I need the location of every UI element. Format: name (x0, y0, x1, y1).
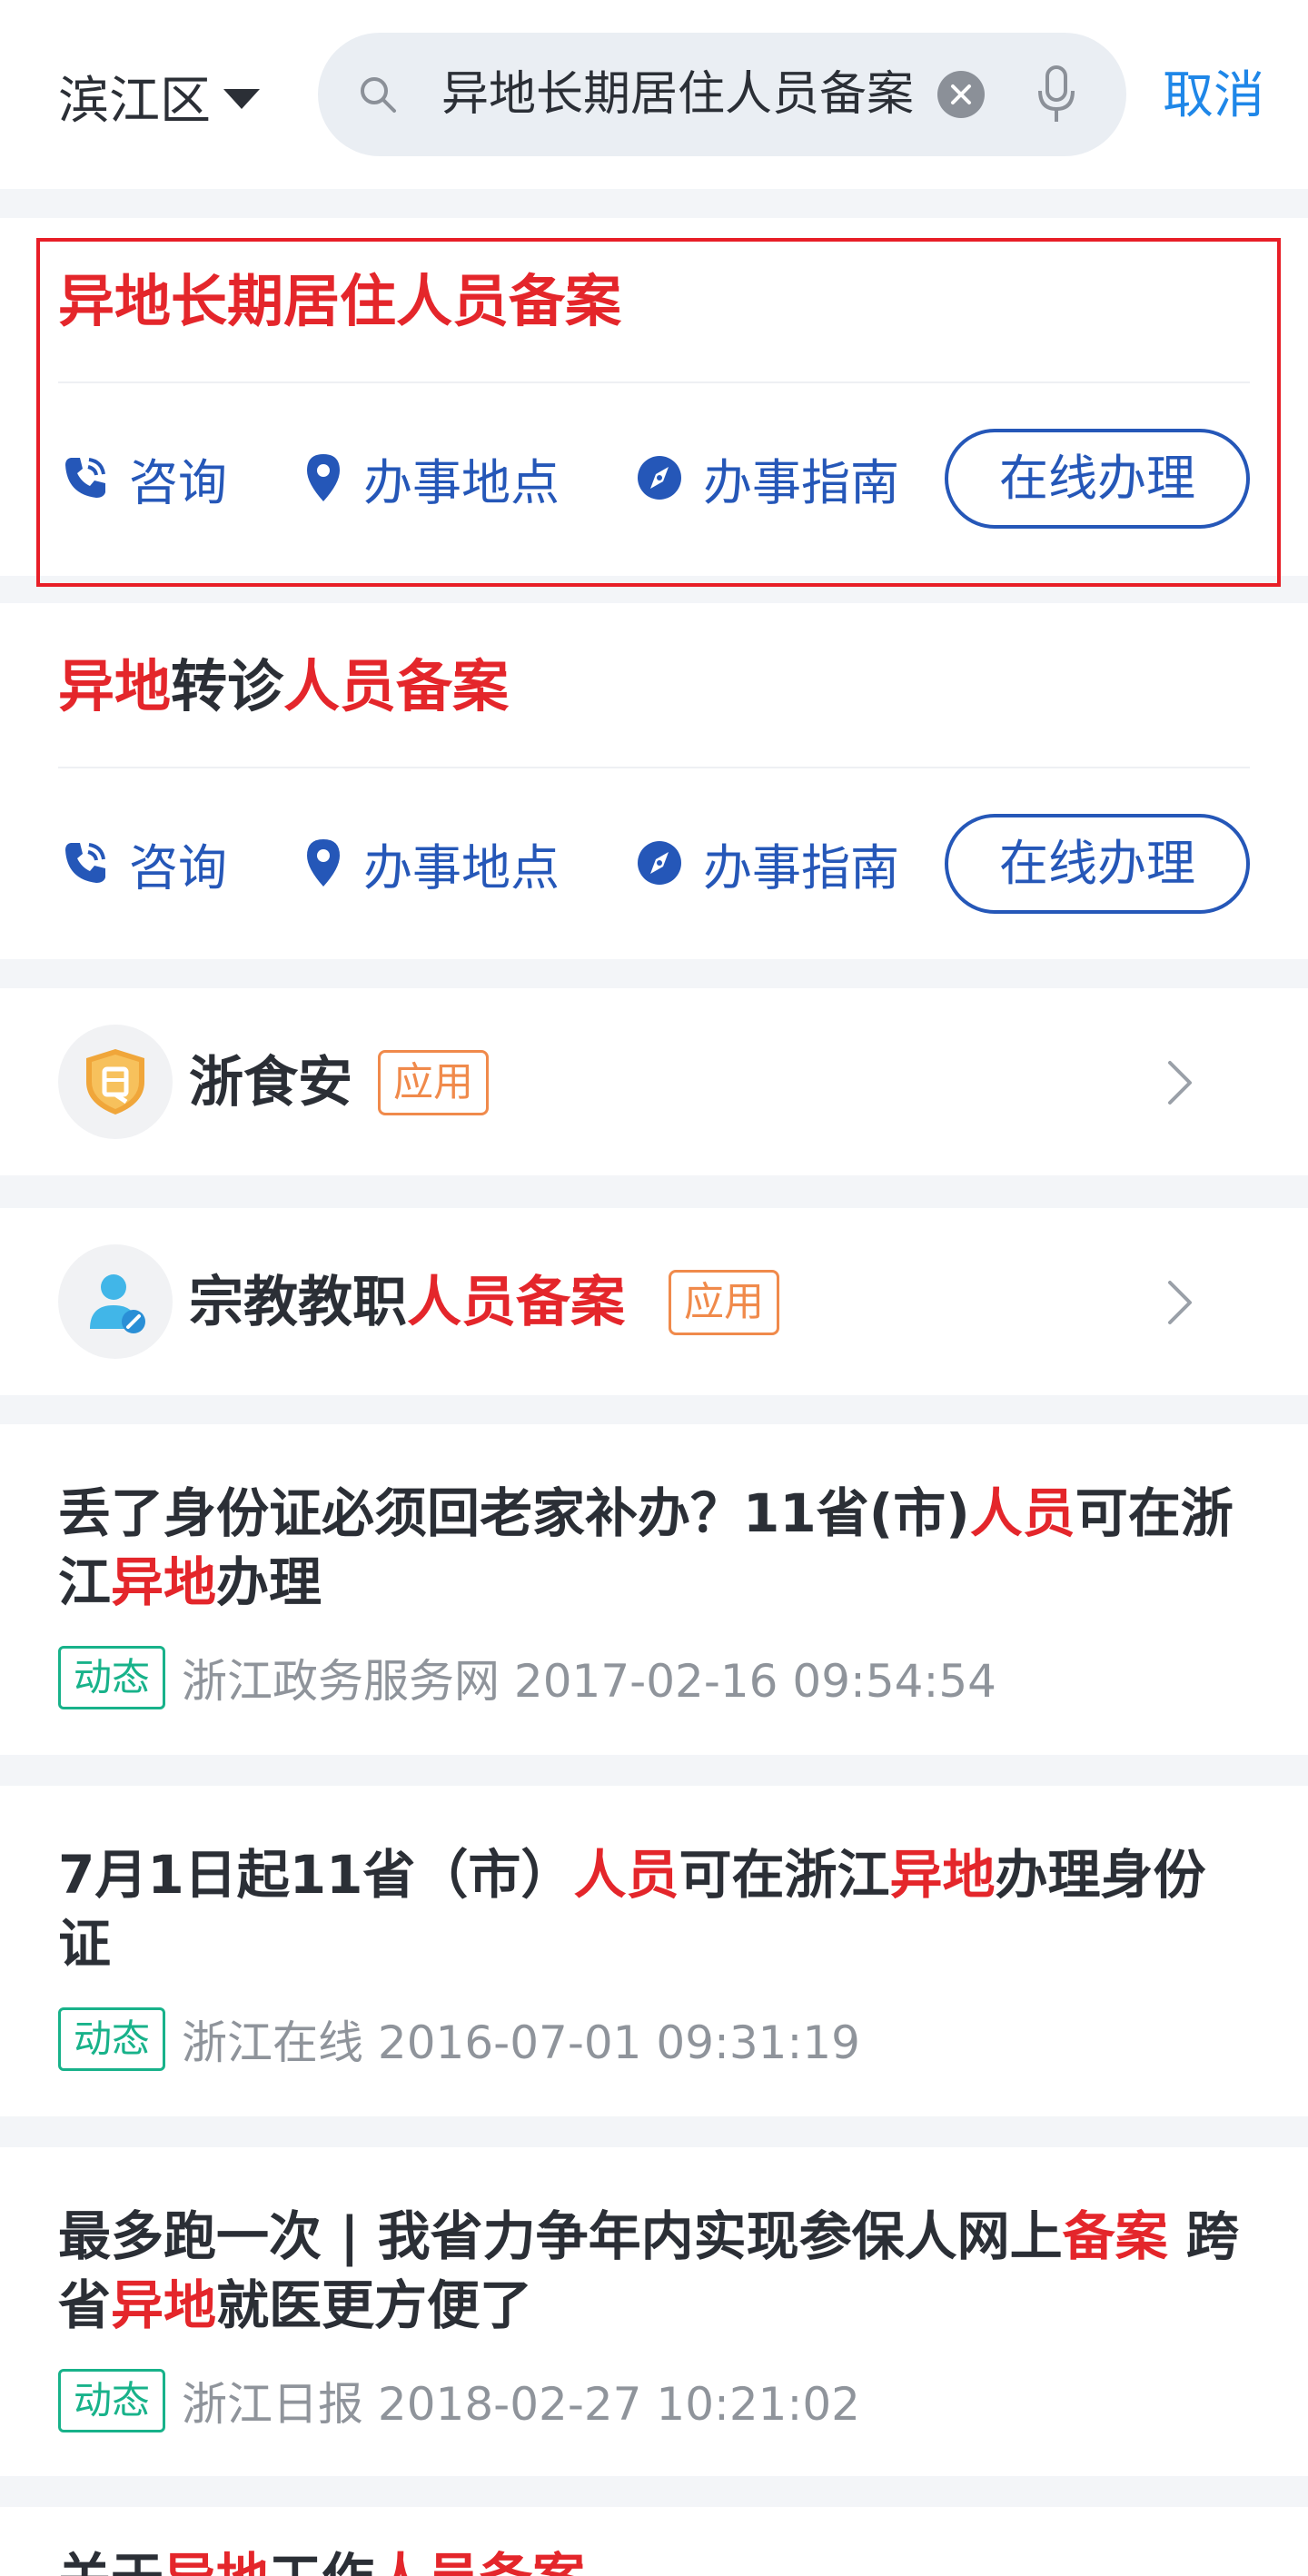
title-highlight: 异地 (58, 653, 172, 719)
app-name: 浙食安 (189, 1051, 352, 1115)
search-header: 滨江区 异地长期居住人员备案 取消 (0, 0, 1308, 189)
app-name: 宗教教职人员备案 (189, 1266, 625, 1339)
location-button[interactable]: 办事地点 (303, 447, 560, 511)
news-meta: 动态 浙江在线 2016-07-01 09:31:19 (58, 2007, 860, 2071)
consult-button[interactable]: 咨询 (62, 447, 227, 511)
search-input[interactable]: 异地长期居住人员备案 (441, 60, 923, 129)
consult-label: 咨询 (129, 838, 227, 897)
news-title-highlight: 异地 (889, 1844, 996, 1906)
title-highlight: 人员备案 (283, 653, 510, 719)
news-title-text: 关于 (58, 2547, 164, 2576)
news-title-text: 最多跑一次 | 我省力争年内实现参保人网上 (58, 2205, 1063, 2267)
guide-button[interactable]: 办事指南 (636, 832, 899, 897)
news-item[interactable]: 7月1日起11省（市）人员可在浙江异地办理身份证 动态 浙江在线 2016-07… (0, 1786, 1308, 2116)
news-meta: 动态 浙江日报 2018-02-27 10:21:02 (58, 2369, 860, 2432)
food-safety-shield-icon (58, 1025, 173, 1139)
news-title-text: 工作 (269, 2547, 374, 2576)
news-title-highlight: 备案 (1062, 2205, 1168, 2267)
news-title-highlight: 人员 (573, 1844, 679, 1906)
news-item[interactable]: 丢了身份证必须回老家补办？11省(市)人员可在浙江异地办理 动态 浙江政务服务网… (0, 1424, 1308, 1755)
compass-icon (638, 841, 681, 885)
guide-label: 办事指南 (703, 838, 899, 897)
news-source: 浙江日报 2018-02-27 10:21:02 (182, 2378, 860, 2431)
divider (58, 767, 1250, 768)
microphone-icon[interactable] (1036, 65, 1077, 124)
news-title-text: 丢了身份证必须回老家补办？11省(市) (58, 1482, 970, 1544)
service-actions: 咨询 办事地点 办事指南 在线办理 (58, 427, 1250, 529)
location-pin-icon (307, 454, 340, 501)
news-title-text: 7月1日起11省（市） (58, 1844, 574, 1906)
news-title-highlight: 异地 (111, 1551, 217, 1613)
news-title[interactable]: 丢了身份证必须回老家补办？11省(市)人员可在浙江异地办理 (58, 1479, 1248, 1617)
district-selector[interactable]: 滨江区 (58, 60, 260, 133)
title-highlight: 异地长期居住人员备案 (58, 268, 622, 334)
title-text: 转诊 (171, 653, 284, 719)
news-source: 浙江政务服务网 2017-02-16 09:54:54 (182, 1655, 996, 1708)
service-card[interactable]: 异地长期居住人员备案 咨询 办事地点 办事指南 在线办理 (0, 218, 1308, 576)
consult-button[interactable]: 咨询 (62, 832, 227, 897)
search-bar[interactable]: 异地长期居住人员备案 (318, 33, 1126, 156)
service-card[interactable]: 异地转诊人员备案 咨询 办事地点 办事指南 在线办理 (0, 603, 1308, 959)
service-title[interactable]: 异地转诊人员备案 (58, 650, 509, 723)
news-source: 浙江在线 2016-07-01 09:31:19 (182, 2016, 860, 2069)
service-title[interactable]: 异地长期居住人员备案 (58, 265, 621, 338)
app-list-item[interactable]: 宗教教职人员备案 应用 (0, 1208, 1308, 1395)
news-item[interactable]: 最多跑一次 | 我省力争年内实现参保人网上备案 跨省异地就医更方便了 动态 浙江… (0, 2147, 1308, 2476)
guide-button[interactable]: 办事指南 (636, 447, 899, 511)
chevron-right-icon (1168, 1061, 1192, 1105)
location-label: 办事地点 (363, 453, 560, 511)
news-tag: 动态 (58, 1646, 166, 1709)
news-tag: 动态 (58, 2369, 166, 2432)
news-title-highlight: 人员 (969, 1482, 1075, 1544)
service-actions: 咨询 办事地点 办事指南 在线办理 (58, 812, 1250, 914)
app-list-item[interactable]: 浙食安 应用 (0, 988, 1308, 1175)
clear-search-icon[interactable] (937, 71, 985, 118)
location-button[interactable]: 办事地点 (303, 832, 560, 897)
news-title-highlight: 人员备案 (374, 2547, 585, 2576)
news-title-text: 就医更方便了 (216, 2274, 533, 2336)
news-title-text: 可在浙江 (679, 1844, 890, 1906)
news-title[interactable]: 最多跑一次 | 我省力争年内实现参保人网上备案 跨省异地就医更方便了 (58, 2202, 1248, 2340)
news-title[interactable]: 关于异地工作人员备案 (58, 2543, 1248, 2576)
online-handle-button[interactable]: 在线办理 (945, 814, 1250, 914)
news-title-text: 办理 (216, 1551, 322, 1613)
online-handle-button[interactable]: 在线办理 (945, 429, 1250, 529)
compass-icon (638, 456, 681, 500)
divider (58, 381, 1250, 383)
app-name-highlight: 人员备案 (407, 1271, 625, 1334)
chevron-right-icon (1168, 1281, 1192, 1324)
app-name-text: 宗教教职 (189, 1271, 407, 1334)
news-item[interactable]: 关于异地工作人员备案 (0, 2507, 1308, 2576)
news-title[interactable]: 7月1日起11省（市）人员可在浙江异地办理身份证 (58, 1840, 1248, 1978)
app-badge: 应用 (378, 1050, 489, 1115)
news-title-highlight: 异地 (164, 2547, 269, 2576)
news-tag: 动态 (58, 2007, 166, 2071)
guide-label: 办事指南 (703, 453, 899, 511)
app-badge: 应用 (669, 1270, 779, 1335)
news-meta: 动态 浙江政务服务网 2017-02-16 09:54:54 (58, 1646, 996, 1709)
location-pin-icon (307, 839, 340, 887)
location-label: 办事地点 (363, 838, 560, 897)
search-icon (361, 77, 396, 113)
person-edit-icon (58, 1244, 173, 1359)
district-label: 滨江区 (58, 71, 211, 131)
news-title-highlight: 异地 (111, 2274, 217, 2336)
phone-icon (65, 458, 105, 498)
dropdown-triangle-icon (223, 89, 260, 109)
cancel-button[interactable]: 取消 (1163, 60, 1264, 133)
consult-label: 咨询 (129, 453, 227, 511)
phone-icon (65, 843, 105, 883)
